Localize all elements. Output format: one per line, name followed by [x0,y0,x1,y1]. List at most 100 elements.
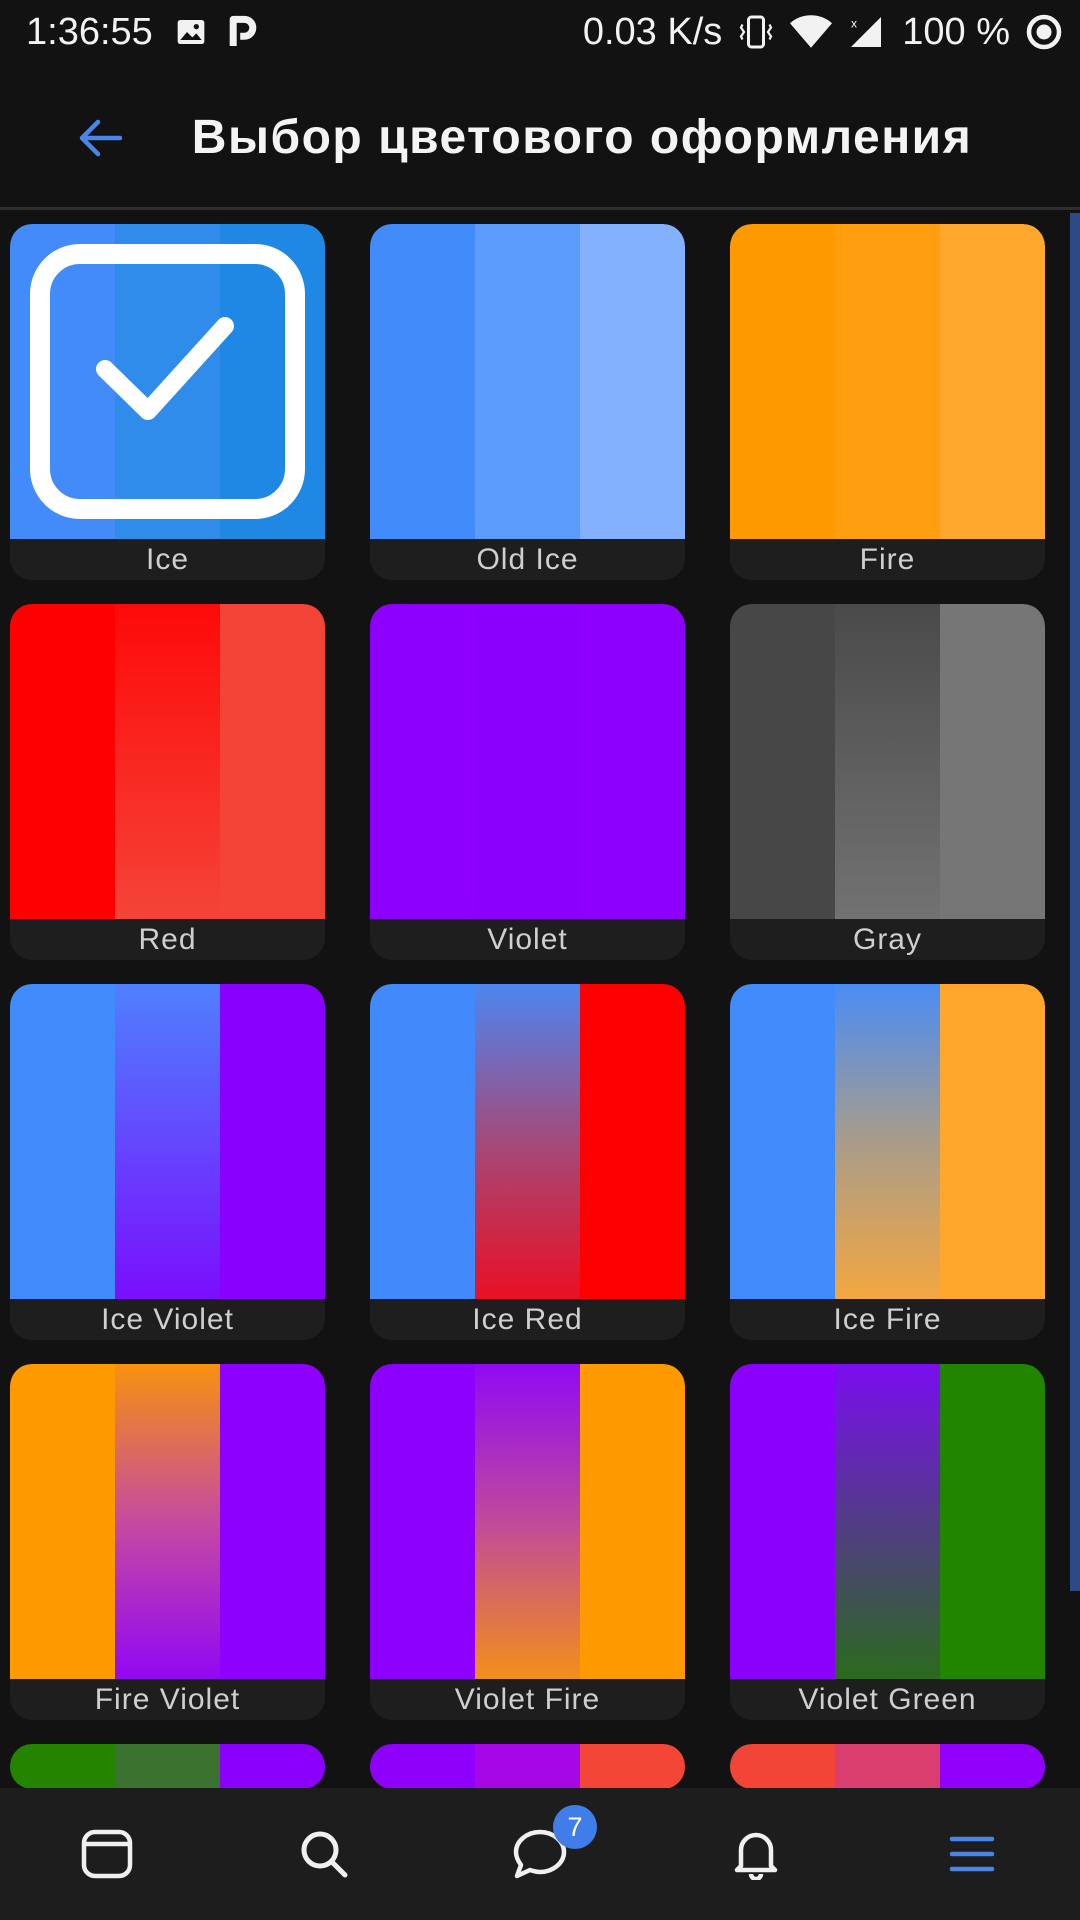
theme-label: Fire [859,543,916,576]
theme-card-ice[interactable]: Ice [10,224,325,580]
theme-card-fire-violet[interactable]: Fire Violet [10,1364,325,1720]
battery-level: 100 % [902,10,1010,53]
theme-card-ice-violet[interactable]: Ice Violet [10,984,325,1340]
theme-swatch [370,224,685,539]
nav-notifications-button[interactable] [696,1788,816,1920]
swatch-stripe [940,1744,1045,1789]
swatch-stripe [115,984,220,1299]
theme-swatch [730,1744,1045,1789]
swatch-stripe [940,984,1045,1299]
swatch-stripe [835,224,940,539]
theme-card-violet[interactable]: Violet [370,604,685,960]
theme-label: Ice Violet [101,1303,234,1336]
swatch-stripe [10,984,115,1299]
swatch-stripe [10,1744,115,1789]
signal-icon: x [848,14,884,50]
swatch-stripe [835,984,940,1299]
vibrate-icon [738,14,774,50]
swatch-stripe [580,604,685,919]
swatch-stripe [475,224,580,539]
swatch-stripe [940,604,1045,919]
theme-swatch [10,224,325,539]
theme-swatch [370,604,685,919]
swatch-stripe [370,984,475,1299]
swatch-stripe [370,604,475,919]
circle-dot-icon [1026,14,1062,50]
theme-swatch [10,984,325,1299]
checkbox-checked-icon [30,244,305,519]
theme-label: Old Ice [476,543,579,576]
swatch-stripe [580,984,685,1299]
theme-grid: Ice Old Ice Fire Red Violet Gray Ice Vio… [10,224,1050,1789]
theme-card-partial[interactable] [370,1744,685,1789]
theme-label: Violet Fire [454,1683,601,1716]
theme-card-ice-fire[interactable]: Ice Fire [730,984,1045,1340]
hamburger-menu-icon [949,1836,995,1872]
swatch-stripe [730,604,835,919]
search-icon [301,1831,348,1878]
swatch-stripe [730,984,835,1299]
status-time: 1:36:55 [26,10,153,53]
theme-card-violet-fire[interactable]: Violet Fire [370,1364,685,1720]
theme-label: Fire Violet [94,1683,241,1716]
theme-label: Violet [487,923,568,956]
swatch-stripe [580,1364,685,1679]
swatch-stripe [940,1364,1045,1679]
swatch-stripe [730,224,835,539]
page-title: Выбор цветового оформления [191,111,973,164]
swatch-stripe [115,1364,220,1679]
theme-swatch [730,224,1045,539]
swatch-stripe [10,604,115,919]
theme-label: Violet Green [798,1683,977,1716]
wifi-icon [790,14,833,50]
swatch-stripe [220,1744,325,1789]
p-app-icon [229,15,257,49]
theme-swatch [730,604,1045,919]
swatch-stripe [475,984,580,1299]
theme-card-ice-red[interactable]: Ice Red [370,984,685,1340]
app-header: Выбор цветового оформления [0,64,1080,210]
theme-card-red[interactable]: Red [10,604,325,960]
swatch-stripe [220,1364,325,1679]
swatch-stripe [475,604,580,919]
theme-swatch [10,1364,325,1679]
theme-swatch [370,1364,685,1679]
nav-menu-button[interactable] [912,1788,1032,1920]
theme-swatch [10,604,325,919]
theme-label: Red [138,923,197,956]
theme-card-gray[interactable]: Gray [730,604,1045,960]
swatch-stripe [475,1364,580,1679]
theme-swatch [10,1744,325,1789]
swatch-stripe [835,1744,940,1789]
svg-text:x: x [851,17,857,31]
tab-card-icon [81,1829,133,1879]
bottom-nav [0,1788,1080,1920]
swatch-stripe [115,604,220,919]
swatch-stripe [730,1744,835,1789]
nav-feed-button[interactable] [47,1788,167,1920]
messages-badge: 7 [553,1805,597,1849]
scrollbar-thumb[interactable] [1070,213,1080,1591]
theme-swatch [370,984,685,1299]
nav-search-button[interactable] [264,1788,384,1920]
bell-icon [734,1832,778,1880]
theme-swatch [730,984,1045,1299]
theme-swatch [370,1744,685,1789]
swatch-stripe [835,604,940,919]
theme-label: Ice [145,543,190,576]
theme-card-partial[interactable] [730,1744,1045,1789]
swatch-stripe [10,1364,115,1679]
swatch-stripe [580,1744,685,1789]
swatch-stripe [370,1364,475,1679]
swatch-stripe [220,604,325,919]
theme-label: Gray [852,923,922,956]
theme-card-old-ice[interactable]: Old Ice [370,224,685,580]
theme-card-fire[interactable]: Fire [730,224,1045,580]
theme-card-partial[interactable] [10,1744,325,1789]
swatch-stripe [370,224,475,539]
swatch-stripe [940,224,1045,539]
swatch-stripe [115,1744,220,1789]
status-bar: 1:36:55 0.03 K/s x 100 % [0,0,1080,64]
theme-card-violet-green[interactable]: Violet Green [730,1364,1045,1720]
swatch-stripe [220,984,325,1299]
